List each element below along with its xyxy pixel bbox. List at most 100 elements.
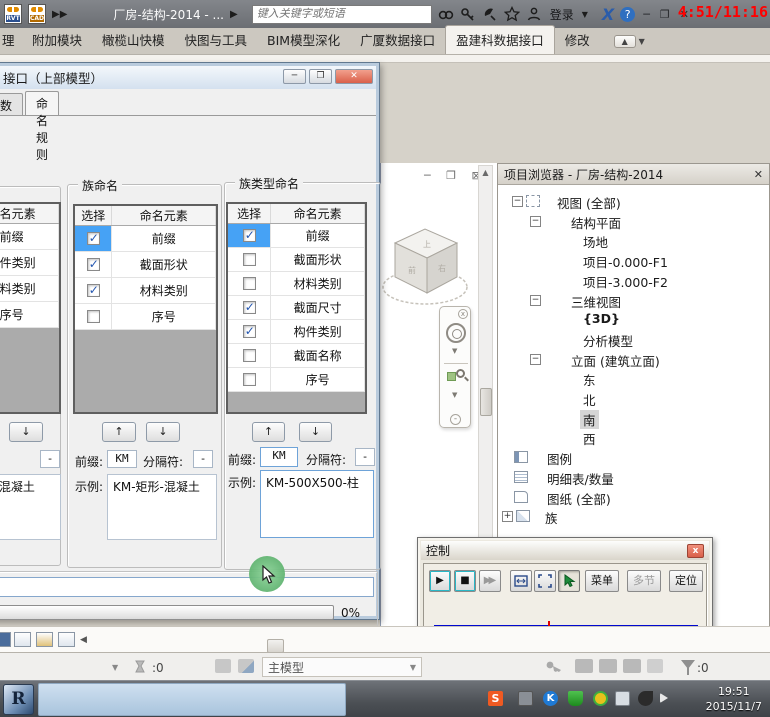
tree-item-label[interactable]: 分析模型 [580,331,636,350]
window-minimize-button[interactable]: ─ [643,8,650,21]
shield-icon[interactable] [568,691,583,706]
row-checkbox[interactable] [243,277,256,290]
user-icon[interactable] [526,6,542,22]
naming-rule-row[interactable]: 前缀 [228,224,365,248]
ribbon-tab[interactable]: 快图与工具 [175,26,258,54]
tree-item[interactable]: +族 [498,507,769,526]
tree-item[interactable]: −立面 (建筑立面) [498,350,769,369]
exchange-apps-icon[interactable]: X [602,5,614,24]
tree-item-label[interactable]: 东 [580,370,599,389]
ribbon-tab[interactable]: 橄榄山快模 [92,26,175,54]
tree-item-label[interactable]: 图纸 (全部) [544,489,614,508]
row-checkbox[interactable] [87,284,100,297]
naming-rule-row[interactable]: 构件类别 [0,250,59,276]
reveal-hidden-icon[interactable] [36,632,53,647]
search-binoculars-icon[interactable] [438,6,454,22]
tree-item-label[interactable]: 项目-3.000-F2 [580,272,671,291]
row-checkbox[interactable] [243,229,256,242]
tree-item-label[interactable]: {3D} [580,311,623,326]
tab-naming-rules[interactable]: 命名规则 [25,91,59,115]
naming-rule-row[interactable]: 序号 [75,304,216,330]
taskbar-revit-icon[interactable]: R [3,684,34,715]
steering-wheel-icon[interactable] [446,323,466,343]
scrollbar-thumb[interactable] [480,388,492,416]
control-titlebar[interactable]: 控制 x [421,541,709,560]
tree-item[interactable]: 场地 [498,231,769,250]
type-move-down-button[interactable]: ↓ [299,422,332,442]
tree-item-label[interactable]: 北 [580,390,599,409]
fast-forward-button[interactable]: ▶▶ [479,570,501,592]
tree-item[interactable]: −结构平面 [498,212,769,231]
tree-item[interactable]: 明细表/数量 [498,468,769,487]
wheel-caret-icon[interactable]: ▼ [452,347,457,355]
tree-item[interactable]: 项目-3.000-F2 [498,271,769,290]
family-separator-input[interactable]: - [193,450,213,468]
cursor-tracking-button[interactable] [558,570,580,592]
family-move-up-button[interactable]: ↑ [102,422,136,442]
naming-rule-row[interactable]: 构件类别 [228,320,365,344]
family-move-down-button[interactable]: ↓ [146,422,180,442]
ribbon-tab[interactable]: 理 [0,26,22,54]
type-move-up-button[interactable]: ↑ [252,422,285,442]
window-restore-button[interactable]: ❐ [660,8,670,21]
project-browser-close-icon[interactable]: ✕ [754,168,763,181]
editable-only-icon[interactable] [215,659,231,673]
key-status-icon[interactable] [545,659,563,675]
scale-icon[interactable] [0,632,11,647]
row-checkbox[interactable] [243,325,256,338]
navbar-collapse-icon[interactable]: - [450,414,461,425]
export-cad-icon[interactable]: CAD [28,4,46,24]
tree-item[interactable]: 南 [498,409,769,428]
tree-item-label[interactable]: 场地 [580,232,611,251]
tab-params[interactable]: 参数 [0,93,23,115]
type-prefix-input[interactable]: KM [260,447,298,467]
key-icon[interactable] [460,6,476,22]
sogou-s-icon[interactable]: S [488,691,503,706]
dialog-minimize-button[interactable]: ─ [283,69,306,84]
search-input[interactable] [252,5,432,24]
family-naming-table[interactable]: 选择命名元素 前缀截面形状材料类别序号 [73,204,218,414]
zoom-tool-icon[interactable] [447,369,465,387]
project-browser-titlebar[interactable]: 项目浏览器 - 厂房-结构-2014 ✕ [498,164,769,185]
ribbon-tab[interactable]: 盈建科数据接口 [445,25,555,54]
dialog-close-button[interactable]: ✕ [335,69,373,84]
naming-rule-row[interactable]: 材料类别 [75,278,216,304]
family-prefix-input[interactable]: KM [107,450,137,468]
viewbar-expand-icon[interactable]: ◀ [80,635,87,645]
naming-rule-row[interactable]: 前缀 [75,226,216,252]
tree-item[interactable]: 西 [498,428,769,447]
naming-rule-row[interactable]: 材料类别 [228,272,365,296]
multi-section-button[interactable]: 多节 [627,570,661,592]
temporary-hide-icon[interactable] [58,632,75,647]
tree-item[interactable]: 项目-0.000-F1 [498,251,769,270]
locate-button[interactable]: 定位 [669,570,703,592]
type-separator-input[interactable]: - [355,448,375,466]
tree-item-label[interactable]: 视图 (全部) [554,193,624,212]
snowflake-icon[interactable] [647,659,663,673]
naming-rule-row[interactable]: 前缀 [0,224,59,250]
favorites-star-icon[interactable] [504,6,520,22]
toolbar-caret-icon[interactable]: ▼ [582,10,588,19]
naming-rule-row[interactable]: 序号 [228,368,365,392]
row-checkbox[interactable] [243,349,256,362]
naming-rule-row[interactable]: 截面名称 [228,344,365,368]
tree-item[interactable]: 分析模型 [498,330,769,349]
row-checkbox[interactable] [243,253,256,266]
menu-button[interactable]: 菜单 [585,570,619,592]
tree-item[interactable]: 北 [498,389,769,408]
media-dish-icon[interactable] [638,691,653,706]
fullscreen-button[interactable] [534,570,556,592]
ribbon-tab[interactable]: 广厦数据接口 [350,26,445,54]
row-checkbox[interactable] [87,232,100,245]
tree-item-label[interactable]: 立面 (建筑立面) [568,351,663,370]
communication-icon[interactable] [482,6,498,22]
ribbon-collapse-caret-icon[interactable]: ▼ [639,37,645,46]
login-button[interactable]: 登录 [550,6,574,23]
volume-icon[interactable] [660,693,668,703]
splitter-handle[interactable] [267,639,284,653]
editing-requests-icon[interactable] [133,659,149,675]
network-icon[interactable] [615,691,630,706]
naming-rule-row[interactable]: 截面形状 [75,252,216,278]
left-separator-input[interactable]: - [40,450,60,468]
left-move-down-button[interactable]: ↓ [9,422,43,442]
